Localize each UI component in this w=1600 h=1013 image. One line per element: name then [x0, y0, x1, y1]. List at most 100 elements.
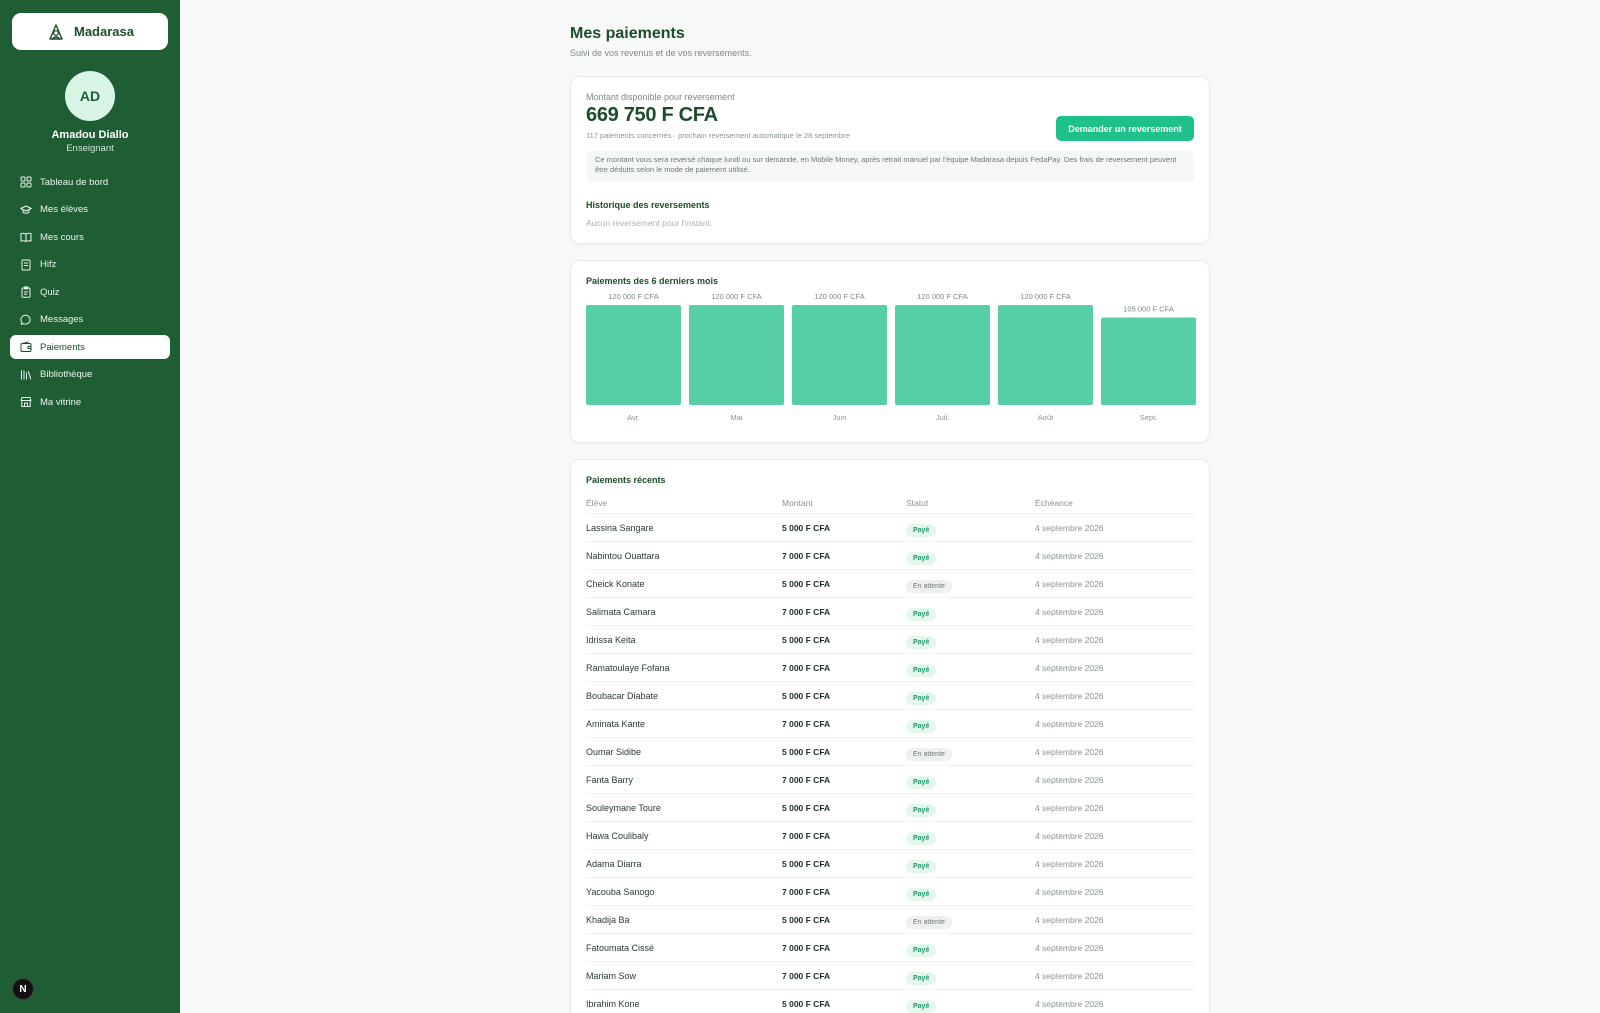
student-name: Lassina Sangare — [586, 522, 654, 533]
student-name: Aminata Kante — [586, 718, 646, 729]
table-row[interactable]: Yacouba Sanogo 7 000 F CFA Payé 4 septembre… — [586, 878, 1196, 906]
due-date: 4 septembre 2026 — [1035, 690, 1104, 701]
monthly-payments-card: Paiements des 6 derniers mois 120 000 F … — [570, 260, 1210, 443]
column-header-statut[interactable]: Statut — [906, 498, 1035, 508]
due-date: 4 septembre 2026 — [1035, 606, 1104, 617]
status-cell: Payé — [906, 715, 1035, 733]
chart-bar[interactable] — [792, 305, 887, 405]
due-date: 4 septembre 2026 — [1035, 746, 1104, 757]
sidebar-item-bibliotheque[interactable]: Bibliothèque — [10, 363, 170, 387]
table-row[interactable]: Ibrahim Kone 5 000 F CFA Payé 4 septembre 2… — [586, 990, 1196, 1013]
table-row[interactable]: Salimata Camara 7 000 F CFA Payé 4 septembr… — [586, 598, 1196, 626]
table-row[interactable]: Oumar Sidibe 5 000 F CFA En attente 4 septe… — [586, 738, 1196, 766]
recent-payments-card: Paiements récents Élève Montant Statut É… — [570, 459, 1210, 1013]
table-row[interactable]: Boubacar Diabate 5 000 F CFA Payé 4 septemb… — [586, 682, 1196, 710]
status-badge: Payé — [906, 719, 937, 733]
balance-note: 117 paiements concernés · prochain rever… — [586, 131, 850, 140]
due-date: 4 septembre 2026 — [1035, 914, 1104, 925]
student-name: Cheick Konate — [586, 578, 645, 589]
x-tick-label: Avr. — [627, 413, 640, 422]
library-icon — [21, 370, 32, 379]
student-name: Hawa Coulibaly — [586, 830, 649, 841]
status-cell: En attente — [906, 575, 1035, 593]
payment-amount: 5 000 F CFA — [782, 802, 831, 813]
sidebar-item-ma-vitrine[interactable]: Ma vitrine — [10, 390, 170, 414]
balance-card: Montant disponible pour reversement 669 … — [570, 76, 1210, 244]
status-cell: Payé — [906, 687, 1035, 705]
recent-payments-title: Paiements récents — [586, 475, 666, 485]
table-row[interactable]: Souleymane Toure 5 000 F CFA Payé 4 septemb… — [586, 794, 1196, 822]
user-name: Amadou Diallo — [51, 129, 129, 141]
status-cell: Payé — [906, 659, 1035, 677]
payment-amount: 7 000 F CFA — [782, 550, 831, 561]
status-cell: Payé — [906, 995, 1035, 1013]
book-open-icon — [20, 232, 32, 242]
message-icon — [20, 314, 31, 325]
payment-amount: 5 000 F CFA — [782, 690, 831, 701]
table-row[interactable]: Ramatoulaye Fofana 7 000 F CFA Payé 4 septe… — [586, 654, 1196, 682]
student-name: Fanta Barry — [586, 774, 634, 785]
table-row[interactable]: Hawa Coulibaly 7 000 F CFA Payé 4 septembre… — [586, 822, 1196, 850]
sidebar-item-messages[interactable]: Messages — [10, 308, 170, 332]
payment-amount: 7 000 F CFA — [782, 718, 831, 729]
chart-bar[interactable] — [895, 305, 990, 405]
status-cell: Payé — [906, 547, 1035, 565]
payment-amount: 5 000 F CFA — [782, 746, 831, 757]
table-row[interactable]: Fanta Barry 7 000 F CFA Payé 4 septembre 20… — [586, 766, 1196, 794]
payment-amount: 7 000 F CFA — [782, 970, 831, 981]
table-row[interactable]: Lassina Sangare 5 000 F CFA Payé 4 septembr… — [586, 514, 1196, 542]
table-row[interactable]: Aminata Kante 7 000 F CFA Payé 4 septembre … — [586, 710, 1196, 738]
status-cell: Payé — [906, 827, 1035, 845]
sidebar: Madarasa AD Amadou Diallo Enseignant Tab… — [0, 0, 180, 1013]
payments-table: Élève Montant Statut Échéance Lassina Sa… — [586, 492, 1196, 1013]
status-cell: Payé — [906, 939, 1035, 957]
x-tick-label: Sept. — [1140, 413, 1158, 422]
sidebar-item-label: Mes élèves — [40, 204, 89, 215]
request-payout-button[interactable]: Demander un reversement — [1056, 116, 1194, 141]
sidebar-item-mes-eleves[interactable]: Mes élèves — [10, 198, 170, 222]
column-header-montant[interactable]: Montant — [782, 498, 906, 508]
sidebar-item-paiements[interactable]: Paiements — [10, 335, 170, 359]
bar-value-label: 120 000 F CFA — [1020, 292, 1070, 301]
table-row[interactable]: Fatoumata Cissé 7 000 F CFA Payé 4 septembr… — [586, 934, 1196, 962]
status-cell: Payé — [906, 603, 1035, 621]
student-name: Nabintou Ouattara — [586, 550, 660, 561]
wallet-icon — [20, 341, 32, 352]
x-tick-label: Juil. — [936, 413, 949, 422]
chart-title: Paiements des 6 derniers mois — [586, 276, 719, 286]
brand-logo[interactable]: Madarasa — [12, 13, 168, 50]
chart-bar[interactable] — [1101, 317, 1196, 406]
status-cell: En attente — [906, 911, 1035, 929]
chart-bar[interactable] — [998, 305, 1093, 405]
status-cell: Payé — [906, 519, 1035, 537]
status-badge: Payé — [906, 803, 937, 817]
due-date: 4 septembre 2026 — [1035, 578, 1104, 589]
status-badge: Payé — [906, 663, 937, 677]
status-cell: Payé — [906, 967, 1035, 985]
student-name: Oumar Sidibe — [586, 746, 642, 757]
table-row[interactable]: Cheick Konate 5 000 F CFA En attente 4 sept… — [586, 570, 1196, 598]
column-header-eleve[interactable]: Élève — [586, 498, 782, 508]
sidebar-item-hifz[interactable]: Hifz — [10, 253, 170, 277]
payout-history-title: Historique des reversements — [586, 200, 710, 210]
sidebar-item-mes-cours[interactable]: Mes cours — [10, 225, 170, 249]
sidebar-item-tableau-de-bord[interactable]: Tableau de bord — [10, 170, 170, 194]
payout-info-box: Ce montant vous sera reversé chaque lund… — [586, 151, 1194, 182]
status-badge: En attente — [906, 579, 952, 593]
table-row[interactable]: Idrissa Keita 5 000 F CFA Payé 4 septembre … — [586, 626, 1196, 654]
chart-bar[interactable] — [689, 305, 784, 405]
column-header-echeance[interactable]: Échéance — [1035, 498, 1196, 508]
dev-tools-badge[interactable]: N — [12, 978, 34, 1000]
graduation-cap-icon — [20, 205, 32, 214]
chart-bar[interactable] — [586, 305, 681, 405]
status-cell: Payé — [906, 855, 1035, 873]
table-row[interactable]: Mariam Sow 7 000 F CFA Payé 4 septembre 202… — [586, 962, 1196, 990]
table-row[interactable]: Khadija Ba 5 000 F CFA En attente 4 septemb… — [586, 906, 1196, 934]
avatar[interactable]: AD — [65, 71, 115, 121]
table-row[interactable]: Adama Diarra 5 000 F CFA Payé 4 septembre 2… — [586, 850, 1196, 878]
brand-name: Madarasa — [74, 24, 134, 39]
status-badge: Payé — [906, 887, 937, 901]
table-row[interactable]: Nabintou Ouattara 7 000 F CFA Payé 4 septem… — [586, 542, 1196, 570]
clipboard-icon — [21, 286, 31, 298]
sidebar-item-quiz[interactable]: Quiz — [10, 280, 170, 304]
